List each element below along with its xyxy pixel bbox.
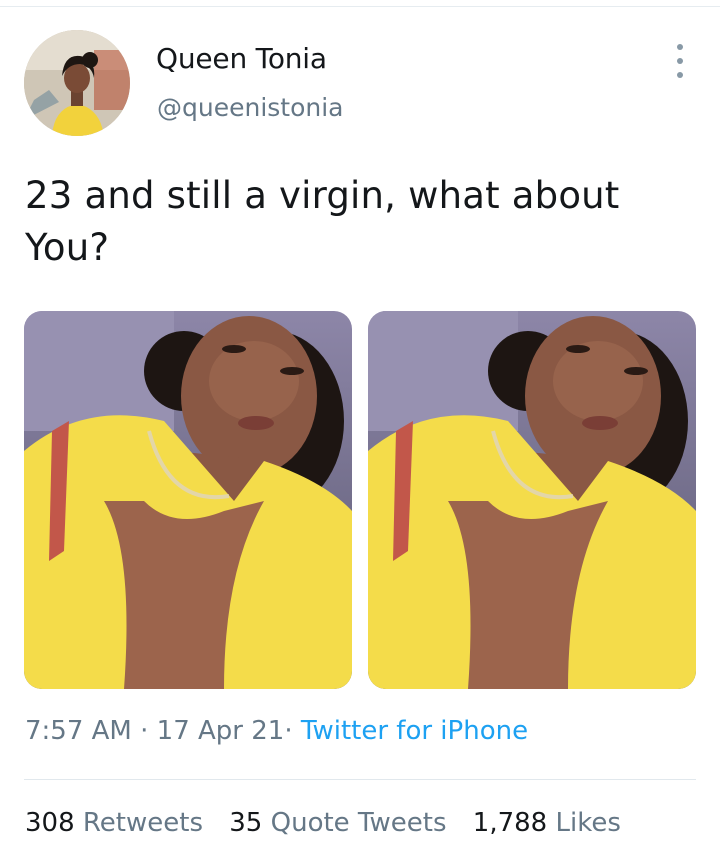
tweet-source-link[interactable]: Twitter for iPhone — [301, 716, 528, 746]
more-options-icon[interactable] — [668, 44, 692, 78]
tweet-photo-2[interactable] — [368, 311, 696, 689]
avatar[interactable] — [24, 30, 130, 136]
quote-tweets-count: 35 — [229, 808, 263, 838]
tweet-photo-1[interactable] — [24, 311, 352, 689]
tweet-text: 23 and still a virgin, what about You? — [25, 174, 620, 269]
display-name[interactable]: Queen Tonia — [156, 42, 327, 75]
engagement-stats: 308 Retweets 35 Quote Tweets 1,788 Likes — [25, 808, 639, 838]
likes-count: 1,788 — [472, 808, 548, 838]
tweet-time[interactable]: 7:57 AM — [25, 716, 132, 746]
avatar-image — [24, 30, 130, 136]
photo-image — [24, 311, 352, 689]
tweet-date[interactable]: 17 Apr 21 — [157, 716, 285, 746]
separator: · — [140, 716, 149, 746]
photo-image — [368, 311, 696, 689]
retweets-stat[interactable]: 308 Retweets — [25, 808, 211, 838]
likes-label: Likes — [555, 808, 621, 838]
quote-tweets-stat[interactable]: 35 Quote Tweets — [229, 808, 455, 838]
retweets-label: Retweets — [82, 808, 203, 838]
quote-tweets-label: Quote Tweets — [270, 808, 447, 838]
tweet-metadata: 7:57 AM · 17 Apr 21· Twitter for iPhone — [25, 716, 528, 746]
retweets-count: 308 — [25, 808, 75, 838]
top-divider — [0, 0, 720, 7]
user-handle[interactable]: @queenistonia — [157, 93, 344, 122]
separator: · — [284, 716, 293, 746]
likes-stat[interactable]: 1,788 Likes — [473, 808, 621, 838]
dot-icon — [677, 72, 683, 78]
dot-icon — [677, 58, 683, 64]
dot-icon — [677, 44, 683, 50]
divider — [24, 779, 696, 780]
